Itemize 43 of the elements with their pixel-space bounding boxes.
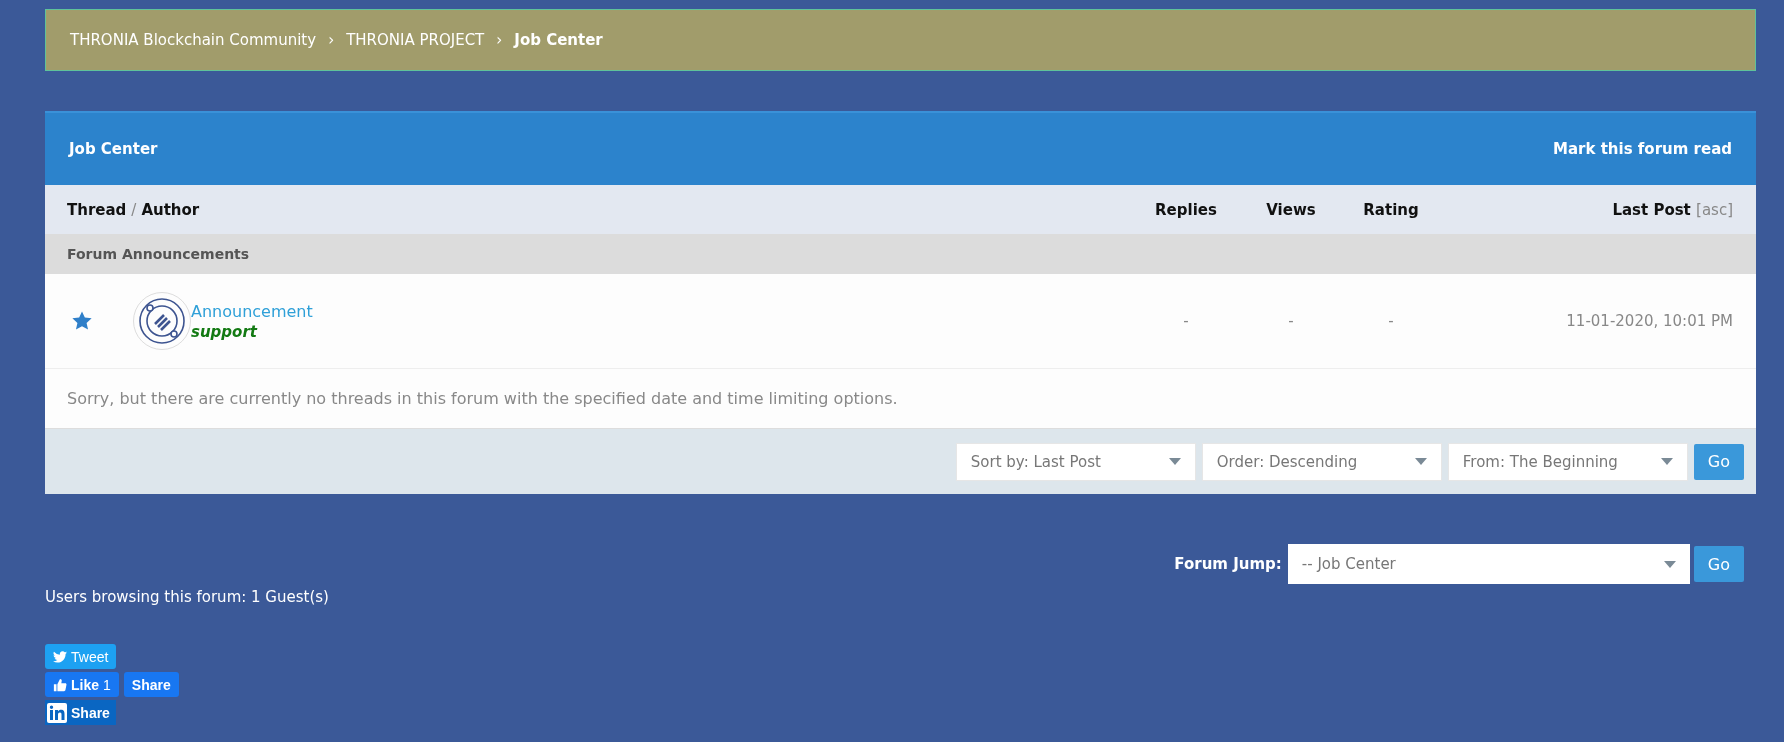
breadcrumb-separator: › — [328, 31, 335, 49]
views-cell-text: - — [1287, 312, 1295, 330]
author-column-link[interactable]: Author — [141, 200, 200, 219]
go-button[interactable]: Go — [1693, 443, 1744, 480]
caret-icon — [1663, 560, 1676, 568]
users-browsing-text: Users browsing this forum: 1 Guest(s) — [45, 588, 330, 606]
forum-jump-label: Forum Jump: — [1174, 555, 1282, 573]
linkedin-logo-icon — [47, 702, 67, 723]
rating-column-link[interactable]: Rating — [1363, 200, 1419, 219]
announcement-link[interactable]: Announcement — [191, 301, 313, 321]
sort-order-link[interactable]: [asc] — [1696, 200, 1733, 219]
slash-text: / — [131, 200, 137, 219]
breadcrumb-link[interactable]: Job Center — [514, 31, 603, 49]
section-title: Forum Announcements — [67, 246, 250, 262]
bird-icon — [53, 650, 67, 663]
replies-cell-text: - — [1182, 312, 1190, 330]
mark-read-link[interactable]: Mark this forum read — [1553, 140, 1732, 158]
facebook-share-button[interactable]: Share — [123, 672, 179, 697]
star-icon — [71, 310, 93, 332]
filter-dropdown[interactable]: Order: Descending — [1201, 442, 1442, 481]
breadcrumb-separator: › — [496, 31, 503, 49]
last-post-cell-text: 11-01-2020, 10:01 PM — [1565, 312, 1734, 330]
views-column-link[interactable]: Views — [1266, 200, 1316, 219]
go-button[interactable]: Go — [1693, 546, 1744, 582]
replies-column-link[interactable]: Replies — [1155, 200, 1217, 219]
like-button[interactable]: Like 1 — [45, 672, 119, 697]
filter-dropdown[interactable]: From: The Beginning — [1447, 442, 1688, 481]
filter-dropdown[interactable]: Sort by: Last Post — [955, 442, 1196, 481]
linkedin-share-button[interactable]: Share — [45, 700, 116, 725]
thread-column-link[interactable]: Thread — [67, 200, 127, 219]
caret-icon — [1168, 458, 1181, 465]
thumbs-up-icon — [53, 677, 67, 692]
author-name-link[interactable]: support — [191, 322, 257, 341]
breadcrumb-link[interactable]: THRONIA Blockchain Community — [70, 31, 317, 49]
forum-jump-dropdown[interactable]: -- Job Center — [1287, 544, 1690, 584]
tweet-button[interactable]: Tweet — [45, 644, 117, 669]
last-post-column-link[interactable]: Last Post — [1612, 200, 1697, 219]
caret-icon — [1414, 458, 1427, 465]
caret-icon — [1660, 458, 1673, 465]
rating-cell-text: - — [1387, 312, 1395, 330]
breadcrumb-link[interactable]: THRONIA PROJECT — [346, 31, 485, 49]
no-threads-message: Sorry, but there are currently no threads in this forum with the specified date and time limiting options. — [67, 389, 898, 408]
forum-title: Job Center — [69, 140, 158, 158]
